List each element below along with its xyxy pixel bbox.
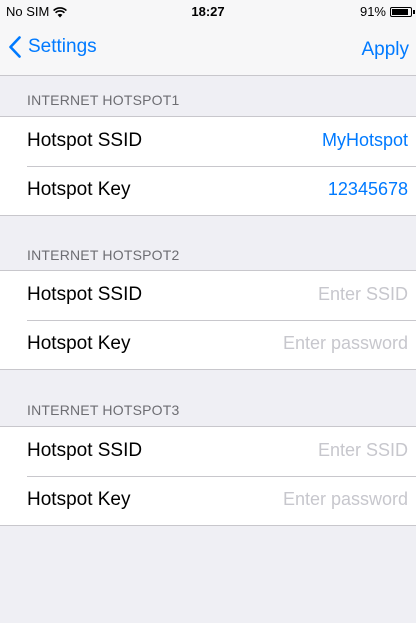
section-header-hotspot3: INTERNET HOTSPOT3: [27, 402, 180, 418]
hotspot1-ssid-label: Hotspot SSID: [27, 130, 143, 151]
back-button[interactable]: Settings: [8, 36, 97, 58]
navigation-bar: Settings Apply: [0, 22, 416, 76]
battery-tip: [413, 9, 415, 14]
hotspot1-ssid-input[interactable]: [208, 127, 408, 153]
status-time: 18:27: [191, 4, 225, 19]
hotspot1-key-row: Hotspot Key: [0, 166, 416, 215]
hotspot2-key-row: Hotspot Key: [0, 320, 416, 369]
hotspot3-key-input[interactable]: [208, 486, 408, 512]
hotspot3-group: Hotspot SSID Hotspot Key: [0, 426, 416, 526]
hotspot2-key-input[interactable]: [208, 330, 408, 356]
battery-icon: [390, 6, 415, 17]
back-button-label: Settings: [28, 36, 97, 57]
status-right: 91%: [359, 4, 415, 19]
hotspot3-ssid-row: Hotspot SSID: [0, 427, 416, 476]
section-header-hotspot2: INTERNET HOTSPOT2: [27, 247, 180, 263]
section-header-hotspot1: INTERNET HOTSPOT1: [27, 92, 180, 108]
hotspot2-ssid-input[interactable]: [208, 281, 408, 307]
hotspot3-ssid-label: Hotspot SSID: [27, 440, 143, 461]
status-bar: No SIM 18:27 91%: [0, 0, 416, 22]
hotspot1-ssid-row: Hotspot SSID: [0, 117, 416, 166]
chevron-left-icon: [9, 36, 21, 58]
battery-fill: [392, 8, 409, 15]
battery-percent: 91%: [359, 4, 386, 19]
hotspot1-group: Hotspot SSID Hotspot Key: [0, 116, 416, 216]
hotspot2-key-label: Hotspot Key: [27, 333, 131, 354]
apply-button[interactable]: Apply: [361, 39, 409, 61]
hotspot2-group: Hotspot SSID Hotspot Key: [0, 270, 416, 370]
hotspot3-key-label: Hotspot Key: [27, 489, 131, 510]
hotspot2-ssid-label: Hotspot SSID: [27, 284, 143, 305]
hotspot3-ssid-input[interactable]: [208, 437, 408, 463]
hotspot3-key-row: Hotspot Key: [0, 476, 416, 525]
hotspot2-ssid-row: Hotspot SSID: [0, 271, 416, 320]
hotspot1-key-input[interactable]: [208, 176, 408, 202]
hotspot1-key-label: Hotspot Key: [27, 179, 131, 200]
